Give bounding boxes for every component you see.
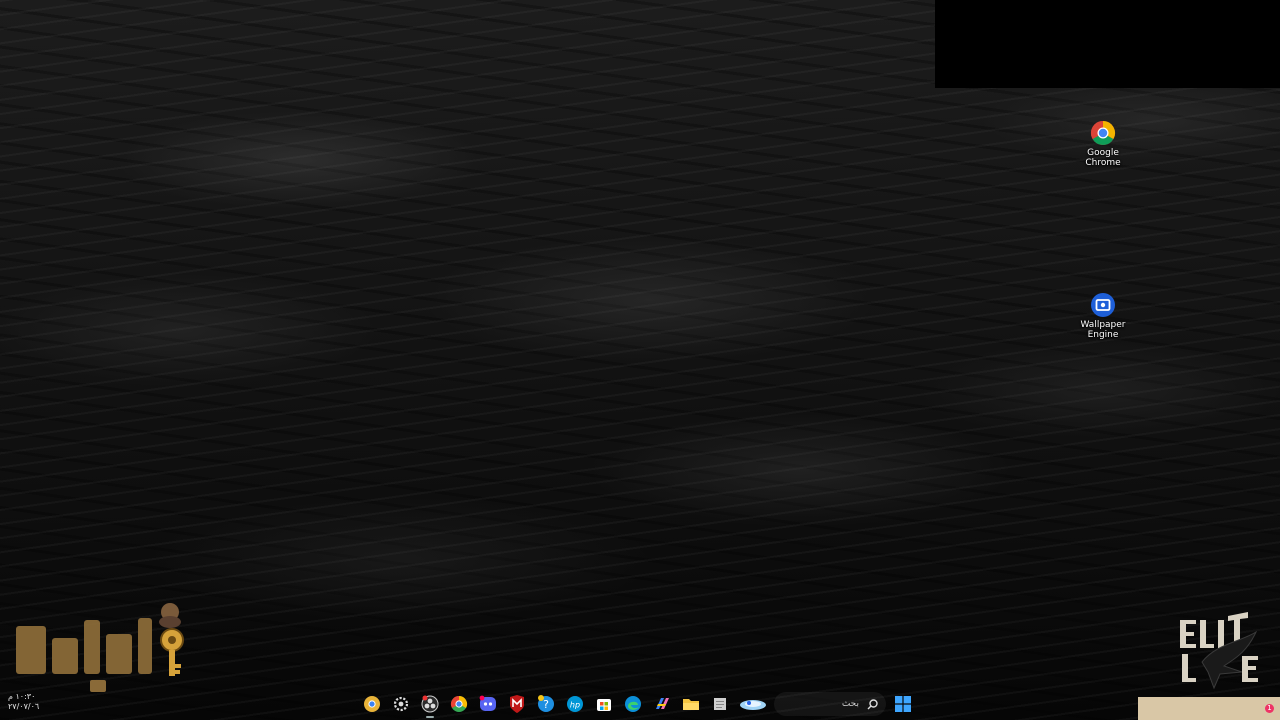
taskbar-notepad[interactable]	[708, 692, 732, 716]
file-explorer-icon	[683, 699, 699, 710]
taskbar-chrome-canary[interactable]	[360, 692, 384, 716]
chrome-icon	[1090, 121, 1116, 146]
taskbar-file-explorer[interactable]	[679, 692, 703, 716]
notification-badge: 1	[1265, 704, 1274, 713]
elite-watermark-logo	[1180, 612, 1258, 690]
chrome-canary-icon	[364, 696, 380, 712]
microsoft-store-icon	[597, 699, 611, 711]
wallpaper-engine-icon	[1091, 293, 1115, 317]
taskbar-weather-widget[interactable]	[737, 692, 769, 716]
settings-icon	[393, 696, 409, 712]
windows-logo-icon	[895, 696, 911, 712]
taskbar-discord[interactable]	[476, 692, 500, 716]
search-icon	[867, 698, 878, 709]
chrome-icon	[450, 695, 468, 712]
hp-icon: hp	[567, 696, 583, 712]
clock-date: ٢٧/٠٧/٠٦	[8, 702, 40, 711]
edge-icon	[625, 696, 641, 712]
taskbar-pinned-apps: ? hp بحث	[360, 692, 915, 718]
taskbar-hp[interactable]: hp	[563, 692, 587, 716]
svg-text:?: ?	[543, 698, 549, 711]
desktop-wallpaper: Google Chrome Wallpaper Engine ١٠:٣٠ م ٢…	[0, 0, 1280, 720]
svg-text:hp: hp	[570, 701, 580, 710]
taskbar-settings[interactable]	[389, 692, 413, 716]
notepad-icon	[714, 698, 726, 710]
system-clock[interactable]: ١٠:٣٠ م ٢٧/٠٧/٠٦	[8, 692, 39, 712]
taskbar-search-box[interactable]: بحث	[774, 692, 886, 716]
desktop-icon-label: Google Chrome	[1085, 148, 1121, 168]
desktop-icon-label: Wallpaper Engine	[1080, 320, 1126, 340]
taskbar: ١٠:٣٠ م ٢٧/٠٧/٠٦ ? hp بحث 1	[0, 688, 1280, 720]
discord-icon	[479, 695, 496, 711]
taskbar-microsoft-store[interactable]	[592, 692, 616, 716]
mcafee-icon	[510, 695, 524, 713]
notification-area[interactable]: 1	[1138, 697, 1280, 720]
taskbar-copilot[interactable]	[650, 692, 674, 716]
clock-time: ١٠:٣٠ م	[8, 692, 36, 701]
taskbar-chrome[interactable]	[447, 692, 471, 716]
site-watermark-logo-left	[16, 603, 184, 692]
copilot-icon	[656, 698, 669, 709]
start-button[interactable]	[891, 692, 915, 716]
support-assistant-icon: ?	[538, 695, 554, 712]
taskbar-obs[interactable]	[418, 692, 442, 718]
search-placeholder: بحث	[841, 699, 859, 709]
taskbar-mcafee[interactable]	[505, 692, 529, 716]
taskbar-support-assistant[interactable]: ?	[534, 692, 558, 716]
desktop-icon-wallpaper-engine[interactable]: Wallpaper Engine	[1071, 292, 1135, 340]
desktop-icon-google-chrome[interactable]: Google Chrome	[1071, 120, 1135, 168]
weather-icon	[740, 700, 766, 710]
obs-icon	[421, 695, 439, 713]
taskbar-edge[interactable]	[621, 692, 645, 716]
dark-overlay-panel	[935, 0, 1280, 88]
